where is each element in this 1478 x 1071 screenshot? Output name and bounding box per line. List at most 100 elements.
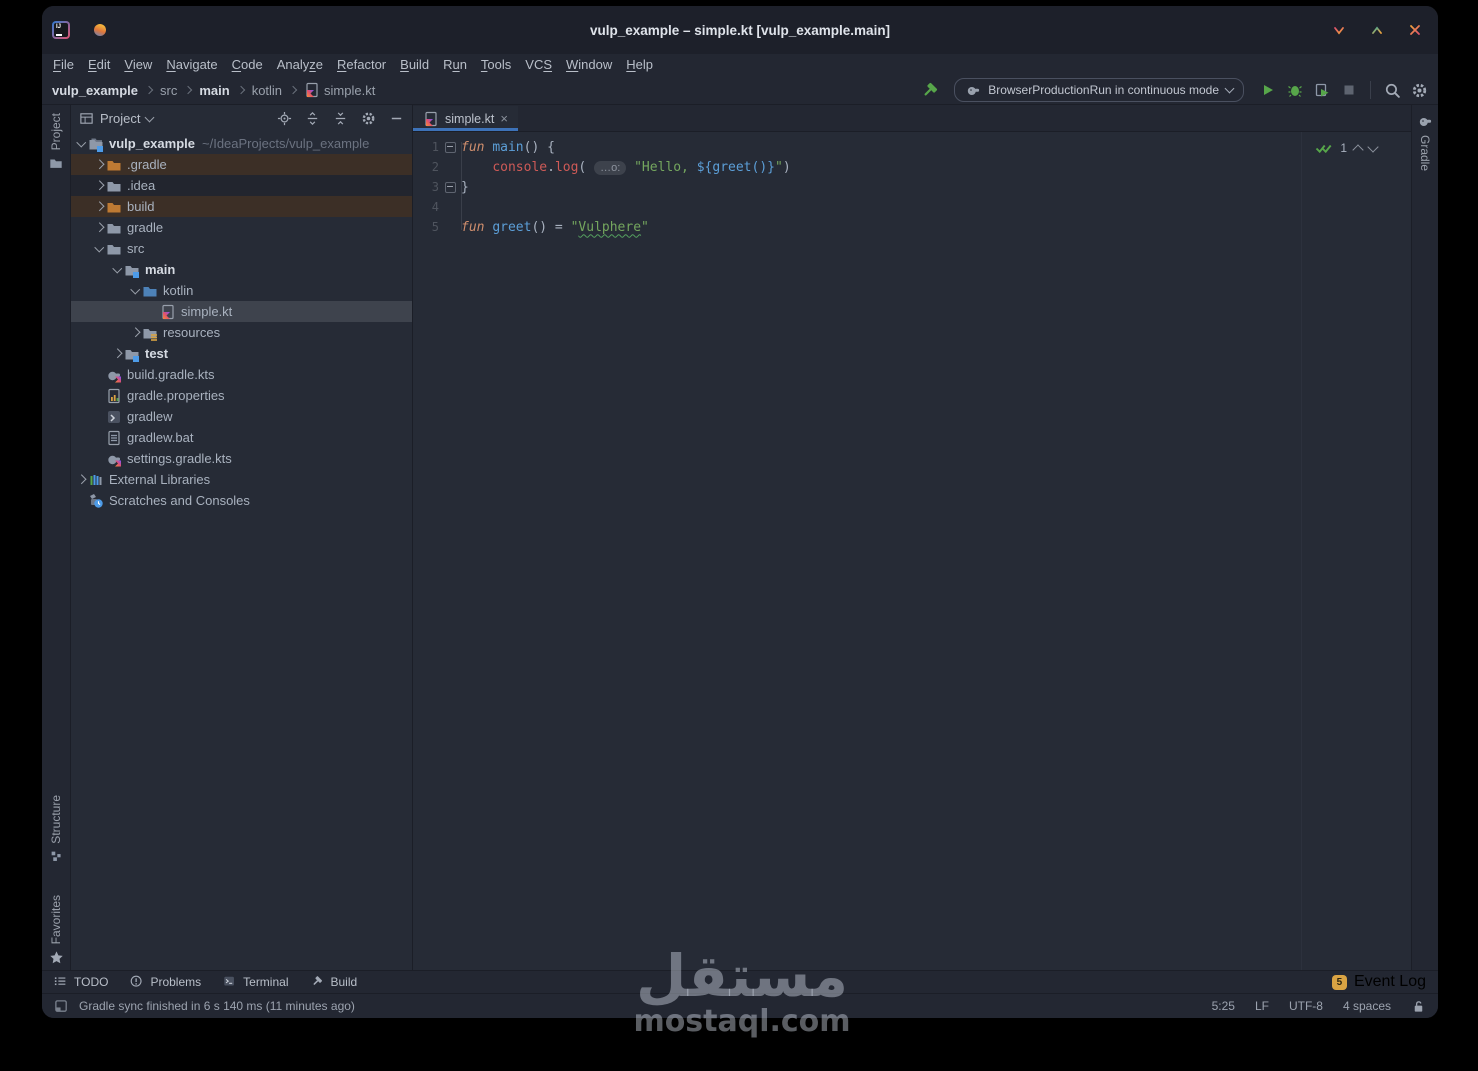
status-message[interactable]: Gradle sync finished in 6 s 140 ms (11 m… <box>79 999 355 1013</box>
code-line-2[interactable]: 2 console.log( …o: "Hello, ${greet()}") <box>413 157 1411 177</box>
chevron-right-icon[interactable] <box>128 329 142 336</box>
line-number[interactable]: 1 <box>413 140 439 154</box>
tree-item-simple-kt[interactable]: simple.kt <box>71 301 412 322</box>
tree-item-settings-gradle-kts[interactable]: settings.gradle.kts <box>71 448 412 469</box>
code-line-3[interactable]: 3} <box>413 177 1411 197</box>
menu-file[interactable]: File <box>46 54 81 76</box>
file-encoding[interactable]: UTF-8 <box>1289 999 1323 1013</box>
menu-navigate[interactable]: Navigate <box>159 54 224 76</box>
chevron-down-icon[interactable] <box>110 267 124 272</box>
folder-icon <box>106 241 122 257</box>
tree-item-external-libraries[interactable]: External Libraries <box>71 469 412 490</box>
sidebar-tab-project[interactable]: Project <box>42 113 70 170</box>
fold-marker-icon[interactable] <box>439 142 461 153</box>
fold-marker-icon[interactable] <box>439 182 461 193</box>
line-number[interactable]: 3 <box>413 180 439 194</box>
tree-item-main[interactable]: main <box>71 259 412 280</box>
run-with-coverage-button[interactable] <box>1313 81 1331 99</box>
run-button[interactable] <box>1259 81 1277 99</box>
code-line-4[interactable]: 4 <box>413 197 1411 217</box>
menu-edit[interactable]: Edit <box>81 54 117 76</box>
indent-setting[interactable]: 4 spaces <box>1343 999 1391 1013</box>
code-line-1[interactable]: 1fun main() { <box>413 137 1411 157</box>
search-everywhere-button[interactable] <box>1383 81 1401 99</box>
sidebar-tab-gradle[interactable]: Gradle <box>1412 113 1438 171</box>
settings-button[interactable] <box>1410 81 1428 99</box>
close-button[interactable] <box>1406 21 1424 39</box>
stop-button[interactable] <box>1340 81 1358 99</box>
breadcrumb-kotlin[interactable]: kotlin <box>252 83 282 98</box>
menu-run[interactable]: Run <box>436 54 474 76</box>
hide-panel-button[interactable] <box>388 110 404 126</box>
collapse-all-button[interactable] <box>332 110 348 126</box>
toolwindow-button-build[interactable]: Build <box>311 975 358 989</box>
breadcrumb-simple-kt[interactable]: simple.kt <box>304 82 375 98</box>
chevron-right-icon[interactable] <box>92 161 106 168</box>
build-project-button[interactable] <box>921 81 939 99</box>
project-panel-title[interactable]: Project <box>100 111 140 126</box>
toolwindow-button-problems[interactable]: Problems <box>130 975 201 989</box>
tool-window-switcher-icon[interactable] <box>54 999 69 1014</box>
panel-settings-button[interactable] <box>360 110 376 126</box>
debug-button[interactable] <box>1286 81 1304 99</box>
locate-file-button[interactable] <box>276 110 292 126</box>
tab-simple-kt[interactable]: simple.kt × <box>413 106 518 131</box>
next-problem-button[interactable] <box>1367 141 1378 152</box>
tree-item-kotlin[interactable]: kotlin <box>71 280 412 301</box>
chevron-down-icon[interactable] <box>128 288 142 293</box>
sidebar-tab-structure[interactable]: Structure <box>42 795 70 863</box>
expand-all-button[interactable] <box>304 110 320 126</box>
prev-problem-button[interactable] <box>1352 144 1363 155</box>
menu-view[interactable]: View <box>117 54 159 76</box>
tree-item-build-gradle-kts[interactable]: build.gradle.kts <box>71 364 412 385</box>
tree-item-gradle[interactable]: gradle <box>71 217 412 238</box>
tree-item--gradle[interactable]: .gradle <box>71 154 412 175</box>
menu-code[interactable]: Code <box>225 54 270 76</box>
sidebar-tab-favorites[interactable]: Favorites <box>42 895 70 965</box>
breadcrumb-vulp-example[interactable]: vulp_example <box>52 83 138 98</box>
menu-tools[interactable]: Tools <box>474 54 518 76</box>
code-editor[interactable]: 1fun main() {2 console.log( …o: "Hello, … <box>413 132 1411 970</box>
minimize-button[interactable] <box>1330 21 1348 39</box>
tree-item-src[interactable]: src <box>71 238 412 259</box>
menu-help[interactable]: Help <box>619 54 660 76</box>
line-number[interactable]: 4 <box>413 200 439 214</box>
tree-item-gradle-properties[interactable]: gradle.properties <box>71 385 412 406</box>
chevron-right-icon[interactable] <box>92 224 106 231</box>
tree-item--idea[interactable]: .idea <box>71 175 412 196</box>
menu-refactor[interactable]: Refactor <box>330 54 393 76</box>
menu-build[interactable]: Build <box>393 54 436 76</box>
menu-analyze[interactable]: Analyze <box>270 54 330 76</box>
tree-item-gradlew[interactable]: gradlew <box>71 406 412 427</box>
breadcrumb-src[interactable]: src <box>160 83 177 98</box>
tree-item-gradlew-bat[interactable]: gradlew.bat <box>71 427 412 448</box>
line-ending[interactable]: LF <box>1255 999 1269 1013</box>
chevron-down-icon[interactable] <box>92 246 106 251</box>
tree-item-scratches-and-consoles[interactable]: Scratches and Consoles <box>71 490 412 511</box>
caret-position[interactable]: 5:25 <box>1212 999 1235 1013</box>
event-log-button[interactable]: 5Event Log <box>1332 973 1426 991</box>
breadcrumb-main[interactable]: main <box>199 83 229 98</box>
toolwindow-button-todo[interactable]: TODO <box>54 975 108 989</box>
chevron-right-icon[interactable] <box>92 182 106 189</box>
close-tab-icon[interactable]: × <box>500 112 508 125</box>
inspection-widget: 1 <box>1313 140 1377 156</box>
line-number[interactable]: 5 <box>413 220 439 234</box>
chevron-right-icon[interactable] <box>110 350 124 357</box>
code-line-5[interactable]: 5fun greet() = "Vulphere" <box>413 217 1411 237</box>
chevron-right-icon[interactable] <box>74 476 88 483</box>
tree-item-test[interactable]: test <box>71 343 412 364</box>
tree-item-resources[interactable]: resources <box>71 322 412 343</box>
chevron-down-icon[interactable] <box>74 141 88 146</box>
menu-window[interactable]: Window <box>559 54 619 76</box>
run-configuration-select[interactable]: BrowserProductionRun in continuous mode <box>954 78 1244 102</box>
menu-vcs[interactable]: VCS <box>518 54 559 76</box>
chevron-right-icon[interactable] <box>92 203 106 210</box>
code-area[interactable]: 1fun main() {2 console.log( …o: "Hello, … <box>413 132 1411 970</box>
line-number[interactable]: 2 <box>413 160 439 174</box>
maximize-button[interactable] <box>1368 21 1386 39</box>
tree-item-build[interactable]: build <box>71 196 412 217</box>
tree-item-vulp-example[interactable]: vulp_example~/IdeaProjects/vulp_example <box>71 133 412 154</box>
lock-icon[interactable] <box>1411 999 1426 1014</box>
toolwindow-button-terminal[interactable]: Terminal <box>223 975 288 989</box>
